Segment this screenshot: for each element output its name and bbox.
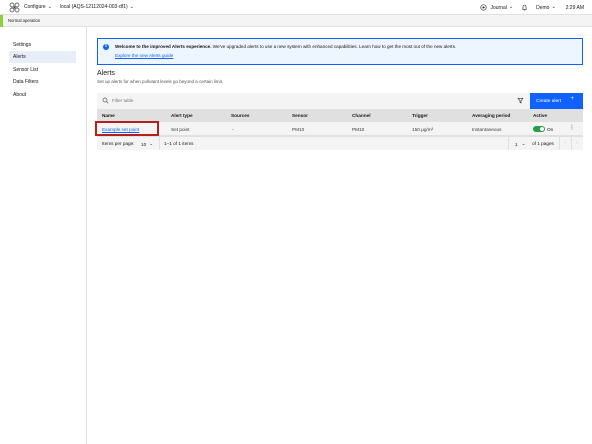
- sidebar-item-label: Data Filters: [13, 79, 39, 85]
- status-text: Normal operation: [8, 18, 41, 23]
- sidebar-item-settings[interactable]: Settings: [9, 39, 76, 51]
- column-header-sensor[interactable]: Sensor: [292, 113, 308, 118]
- sidebar-item-alerts[interactable]: Alerts: [9, 51, 76, 63]
- page-select[interactable]: 1 ⌄: [515, 141, 526, 147]
- chevron-down-icon: ⌄: [508, 4, 514, 10]
- sidebar-item-data-filters[interactable]: Data Filters: [9, 76, 76, 88]
- app-logo-icon[interactable]: [9, 2, 20, 13]
- user-dropdown[interactable]: Demo ⌄: [536, 5, 556, 11]
- user-label: Demo: [536, 4, 550, 11]
- sidebar-item-label: Settings: [13, 42, 32, 48]
- chevron-down-icon: ⌄: [129, 3, 134, 10]
- top-header: Configure ⌄ local (AQS-12112024-003-df1)…: [0, 0, 592, 15]
- info-banner: i Welcome to the improved Alerts experie…: [97, 38, 583, 65]
- channel-cell: PM10: [352, 127, 365, 132]
- chevron-down-icon: ⌄: [149, 141, 154, 146]
- configure-dropdown[interactable]: Configure ⌄: [24, 4, 52, 10]
- column-header-averaging-period[interactable]: Averaging period: [472, 113, 510, 118]
- sidebar-item-label: Sensor List: [13, 67, 39, 73]
- sidebar-item-about[interactable]: About: [9, 89, 76, 101]
- table-row: [97, 122, 583, 136]
- search-icon: [102, 97, 109, 104]
- column-header-sources[interactable]: Sources: [231, 113, 250, 118]
- chevron-down-icon: ⌄: [47, 3, 52, 10]
- info-icon: i: [103, 44, 109, 50]
- plus-icon: +: [570, 96, 574, 102]
- filter-icon[interactable]: [517, 97, 524, 104]
- page-count: of 1 pages: [532, 141, 554, 146]
- column-header-name[interactable]: Name: [102, 113, 115, 118]
- sensor-cell: PM10: [292, 127, 305, 132]
- overflow-menu-icon[interactable]: ⋮: [569, 125, 575, 133]
- alert-type-cell: Set point: [171, 127, 190, 132]
- chevron-down-icon: ⌄: [521, 141, 526, 146]
- banner-guide-link[interactable]: Explore the new Alerts guide: [115, 53, 173, 58]
- help-icon: [480, 4, 488, 11]
- create-alert-button[interactable]: Create alert +: [530, 93, 583, 109]
- journal-label: Journal: [490, 4, 507, 11]
- column-header-active[interactable]: Active: [533, 113, 547, 118]
- banner-body: We've upgraded alerts to use a new syste…: [211, 44, 457, 49]
- device-label: local (AQS-12112024-003-df1): [59, 4, 128, 10]
- sidebar-item-label: Alerts: [13, 54, 26, 60]
- column-header-alert-type[interactable]: Alert type: [171, 113, 193, 118]
- sidebar-item-sensor-list[interactable]: Sensor List: [9, 64, 76, 76]
- status-bar: [0, 15, 592, 27]
- banner-title: Welcome to the improved Alerts experienc…: [115, 44, 212, 49]
- sources-cell: -: [232, 127, 234, 132]
- column-header-channel[interactable]: Channel: [352, 113, 371, 118]
- header-actions: Journal ⌄ Demo ⌄ 2:29 AM: [480, 0, 584, 15]
- pagination-range: 1–1 of 1 items: [164, 141, 194, 146]
- status-indicator: [0, 15, 3, 27]
- clock-time: 2:29 AM: [565, 4, 584, 11]
- create-alert-label: Create alert: [536, 98, 562, 104]
- pagination-divider: [159, 136, 160, 150]
- items-per-page-label: Items per page:: [102, 141, 135, 146]
- toggle-knob: [540, 127, 544, 131]
- trigger-cell: 150 µg/m³: [412, 127, 434, 132]
- sidebar-item-label: About: [13, 92, 27, 98]
- sidebar: Settings Alerts Sensor List Data Filters…: [0, 27, 87, 444]
- configure-label: Configure: [24, 4, 46, 10]
- averaging-period-cell: Instantaneous: [472, 127, 502, 132]
- previous-page-button[interactable]: ‹: [560, 137, 570, 149]
- chevron-left-icon: ‹: [564, 140, 566, 146]
- page-title: Alerts: [97, 70, 115, 77]
- highlight-box: [95, 121, 159, 136]
- column-header-trigger[interactable]: Trigger: [412, 113, 428, 118]
- filter-table-input[interactable]: [112, 97, 312, 104]
- next-page-button[interactable]: ›: [572, 137, 582, 149]
- chevron-right-icon: ›: [576, 140, 578, 146]
- active-toggle[interactable]: [533, 126, 545, 132]
- page-number: 1: [515, 141, 518, 147]
- journal-dropdown[interactable]: Journal ⌄: [480, 4, 513, 11]
- banner-message: Welcome to the improved Alerts experienc…: [115, 44, 456, 49]
- pagination-divider: [508, 136, 509, 150]
- items-per-page-select[interactable]: 10 ⌄: [141, 141, 153, 147]
- notification-bell-icon[interactable]: [521, 4, 528, 11]
- chevron-down-icon: ⌄: [551, 4, 556, 10]
- page-subtitle: Set up alerts for when pollutant levels …: [97, 79, 224, 84]
- active-toggle-label: On: [547, 127, 554, 132]
- items-per-page-value: 10: [141, 141, 147, 147]
- device-dropdown[interactable]: local (AQS-12112024-003-df1) ⌄: [60, 4, 134, 10]
